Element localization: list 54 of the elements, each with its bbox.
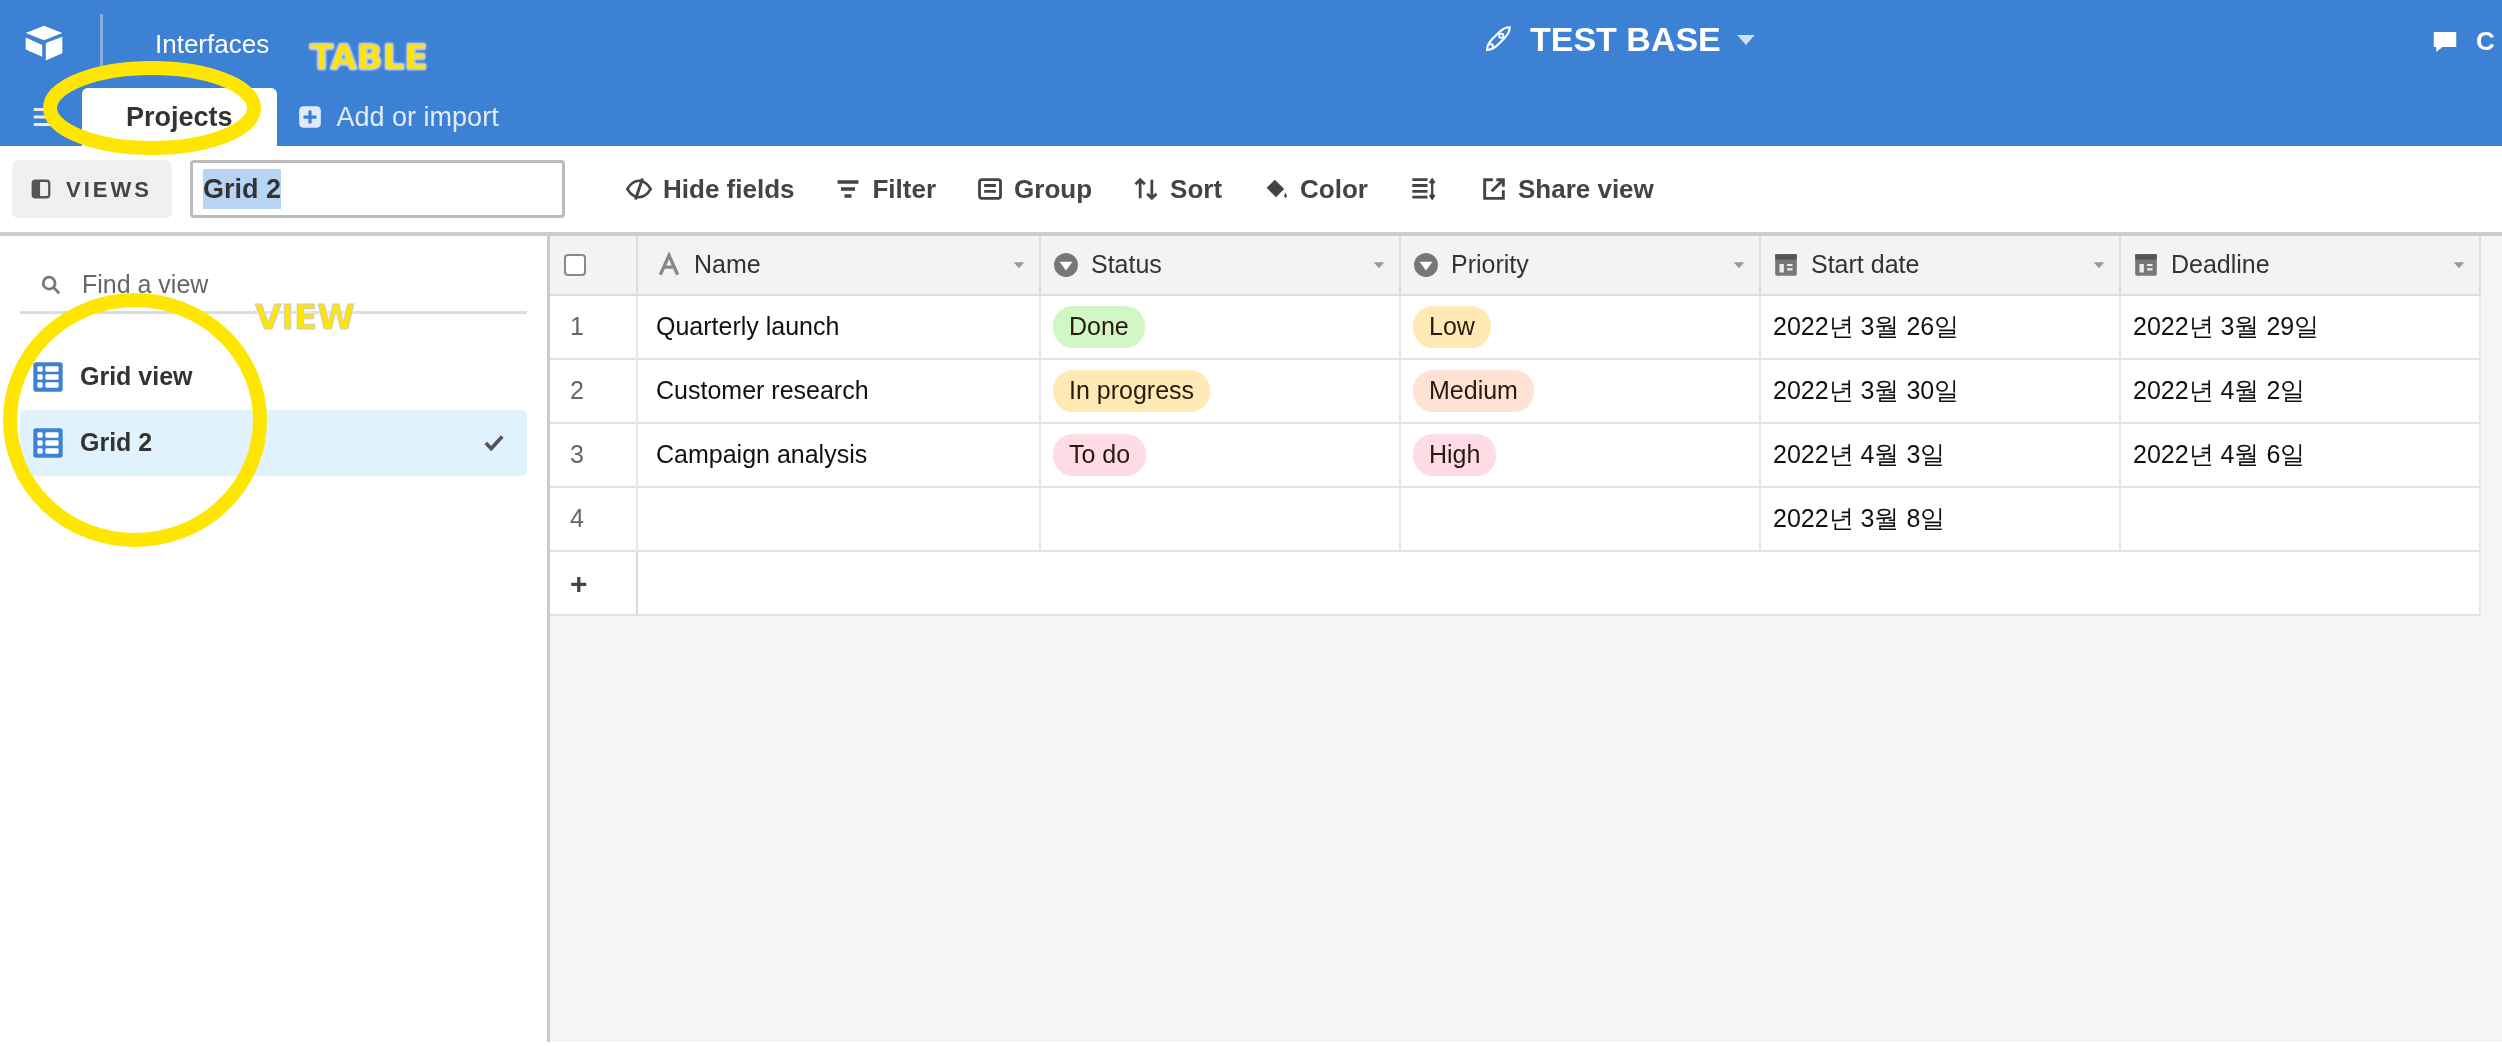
view-name-field[interactable]: Grid 2 [190,160,565,218]
base-title[interactable]: TEST BASE [1530,14,1721,65]
add-row-button[interactable]: + [570,560,588,606]
filter-button[interactable]: Filter [814,160,957,218]
table-cell-text: 2022년 3월 29일 [2133,311,2320,343]
table-cell-text: Quarterly launch [656,311,840,343]
views-button[interactable]: VIEWS [12,160,172,218]
grid-icon [32,361,64,393]
table-cell-text: 2022년 4월 2일 [2133,375,2306,407]
row-number: 2 [570,375,584,407]
table-cell-text: Campaign analysis [656,439,868,471]
group-icon [976,175,1005,203]
dropdown-circle-icon [1413,252,1439,278]
view-item[interactable]: Grid 2 [20,410,527,476]
column-header[interactable]: Name [638,236,1041,296]
column-header[interactable]: Status [1041,236,1401,296]
calendar-icon [1773,252,1799,278]
row-number: 3 [570,439,584,471]
text-field-icon [656,252,682,278]
grid-icon [32,427,64,459]
table-cell-text: 2022년 3월 30일 [1773,375,1960,407]
status-tag: Done [1053,306,1145,348]
row-height-icon [1409,175,1438,203]
table-cell-text: 2022년 4월 3일 [1773,439,1946,471]
status-tag: To do [1053,434,1147,476]
priority-tag: High [1413,434,1497,476]
table-cell-text: 2022년 3월 8일 [1773,503,1946,535]
table-cell-text: 2022년 4월 6일 [2133,439,2306,471]
priority-tag: Medium [1413,370,1534,412]
select-all-checkbox[interactable] [564,254,586,276]
annotation-label: TABLE [310,36,428,79]
view-item[interactable]: Grid view [20,344,527,410]
hide-button[interactable]: Hide fields [605,160,815,218]
caret-icon [1736,34,1755,45]
priority-tag: Low [1413,306,1491,348]
column-header[interactable]: Priority [1401,236,1761,296]
sidebar-icon [30,178,52,200]
group-button[interactable]: Group [956,160,1113,218]
sort-button[interactable]: Sort [1112,160,1243,218]
collaborators-link[interactable]: C [2476,22,2495,61]
dropdown-circle-icon [1053,252,1079,278]
status-tag: In progress [1053,370,1211,412]
interfaces-link[interactable]: Interfaces [155,24,270,64]
table-cell-text: Customer research [656,375,869,407]
color-button[interactable]: Color [1242,160,1388,218]
eye-slash-icon [625,175,653,203]
share-button[interactable]: Share view [1459,160,1674,218]
column-header[interactable]: Deadline [2121,236,2481,296]
plus-icon [296,104,323,130]
row-number: 1 [570,311,584,343]
row-number: 4 [570,503,584,535]
table-cell-text: 2022년 3월 26일 [1773,311,1960,343]
calendar-icon [2133,252,2159,278]
column-header[interactable]: Start date [1761,236,2121,296]
